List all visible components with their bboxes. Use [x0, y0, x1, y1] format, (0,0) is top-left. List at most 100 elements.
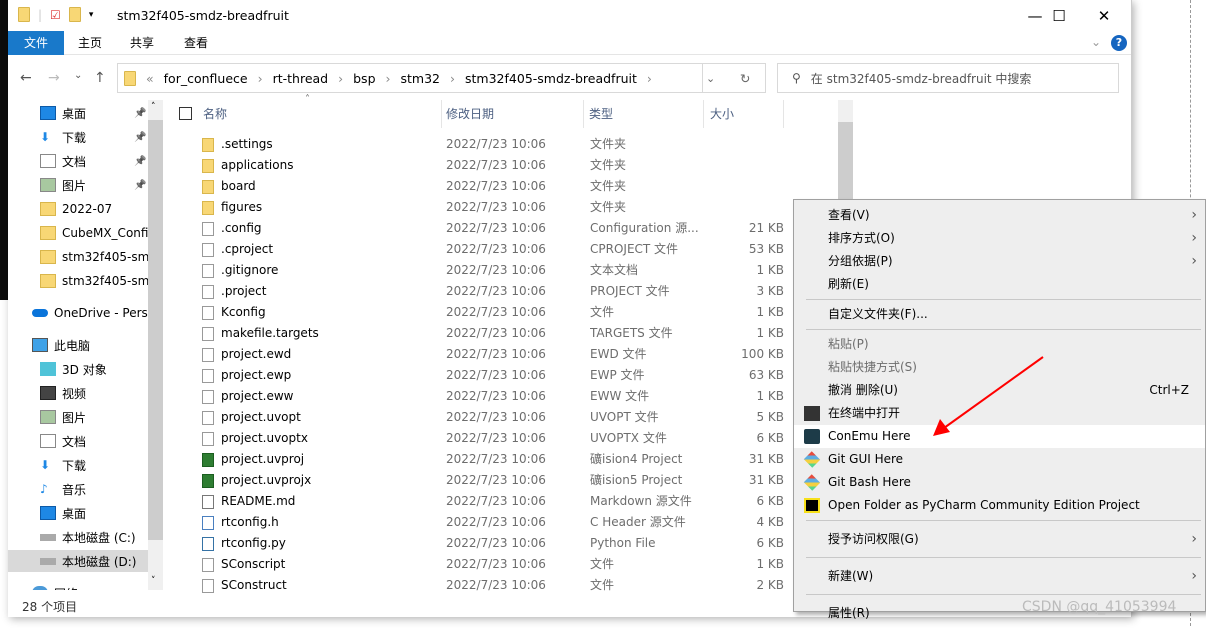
- menu-item[interactable]: 排序方式(O) ›: [794, 227, 1205, 250]
- menu-item[interactable]: Git GUI Here: [794, 448, 1205, 471]
- breadcrumb-overflow[interactable]: «: [146, 71, 154, 86]
- file-row[interactable]: board 2022/7/23 10:06 文件夹: [198, 176, 788, 197]
- file-row[interactable]: .cproject 2022/7/23 10:06 CPROJECT 文件 53…: [198, 239, 788, 260]
- customize-dropdown-icon[interactable]: ▾: [89, 10, 94, 20]
- address-bar[interactable]: « for_confluece › rt-thread › bsp › stm32 › …: [117, 63, 766, 93]
- file-row[interactable]: project.uvprojx 2022/7/23 10:06 礦ision5 …: [198, 470, 788, 491]
- file-name: project.uvopt: [221, 410, 301, 424]
- sidebar-item[interactable]: ⬇ 下载 📌: [40, 126, 146, 148]
- menu-item[interactable]: 查看(V) ›: [794, 204, 1205, 227]
- file-row[interactable]: project.ewp 2022/7/23 10:06 EWP 文件 63 KB: [198, 365, 788, 386]
- sidebar-item[interactable]: OneDrive - Perso: [32, 302, 155, 324]
- breadcrumb-item[interactable]: stm32: [401, 71, 441, 86]
- sidebar-item[interactable]: 文档: [40, 430, 86, 452]
- file-row[interactable]: project.uvproj 2022/7/23 10:06 礦ision4 P…: [198, 449, 788, 470]
- refresh-button[interactable]: ↻: [740, 71, 750, 86]
- menu-item[interactable]: Open Folder as PyCharm Community Edition…: [794, 494, 1205, 517]
- pin-icon[interactable]: 📌: [134, 108, 146, 119]
- menu-item[interactable]: 在终端中打开: [794, 402, 1205, 425]
- file-row[interactable]: project.uvoptx 2022/7/23 10:06 UVOPTX 文件…: [198, 428, 788, 449]
- scroll-down-icon[interactable]: ˅: [151, 576, 156, 586]
- address-dropdown-icon[interactable]: ⌄: [706, 72, 715, 85]
- file-row[interactable]: makefile.targets 2022/7/23 10:06 TARGETS…: [198, 323, 788, 344]
- menu-item-label: 自定义文件夹(F)...: [828, 307, 928, 321]
- scroll-up-icon[interactable]: ˄: [151, 102, 156, 112]
- column-header-name[interactable]: 名称: [203, 100, 227, 128]
- sidebar-scrollbar[interactable]: ˄ ˅: [148, 100, 163, 590]
- file-row[interactable]: .project 2022/7/23 10:06 PROJECT 文件 3 KB: [198, 281, 788, 302]
- pin-icon[interactable]: 📌: [134, 156, 146, 167]
- tab-home[interactable]: 主页: [64, 31, 116, 55]
- menu-item[interactable]: 自定义文件夹(F)...: [794, 303, 1205, 326]
- properties-icon[interactable]: ☑: [50, 8, 61, 22]
- file-row[interactable]: README.md 2022/7/23 10:06 Markdown 源文件 6…: [198, 491, 788, 512]
- scroll-thumb[interactable]: [148, 120, 163, 540]
- sidebar-item[interactable]: 桌面: [40, 502, 86, 524]
- column-header-type[interactable]: 类型: [589, 100, 613, 128]
- sidebar-item[interactable]: 此电脑: [32, 334, 90, 356]
- menu-item[interactable]: 粘贴(P): [794, 333, 1205, 356]
- sidebar-item[interactable]: 文档 📌: [40, 150, 146, 172]
- file-row[interactable]: rtconfig.h 2022/7/23 10:06 C Header 源文件 …: [198, 512, 788, 533]
- pin-icon[interactable]: 📌: [134, 180, 146, 191]
- sidebar-item[interactable]: 网络: [32, 582, 78, 590]
- file-row[interactable]: SConstruct 2022/7/23 10:06 文件 2 KB: [198, 575, 788, 596]
- new-folder-icon[interactable]: [68, 7, 81, 22]
- breadcrumb-item[interactable]: rt-thread: [273, 71, 329, 86]
- file-row[interactable]: SConscript 2022/7/23 10:06 文件 1 KB: [198, 554, 788, 575]
- forward-button[interactable]: →: [48, 70, 60, 86]
- menu-item[interactable]: 撤消 删除(U) Ctrl+Z: [794, 379, 1205, 402]
- sidebar-item[interactable]: 图片: [40, 406, 86, 428]
- file-row[interactable]: .config 2022/7/23 10:06 Configuration 源.…: [198, 218, 788, 239]
- file-row[interactable]: .settings 2022/7/23 10:06 文件夹: [198, 134, 788, 155]
- file-row[interactable]: applications 2022/7/23 10:06 文件夹: [198, 155, 788, 176]
- tab-file[interactable]: 文件: [8, 31, 64, 55]
- menu-item[interactable]: Git Bash Here: [794, 471, 1205, 494]
- sidebar-item[interactable]: 视频: [40, 382, 86, 404]
- file-row[interactable]: .gitignore 2022/7/23 10:06 文本文档 1 KB: [198, 260, 788, 281]
- close-button[interactable]: ✕: [1081, 0, 1127, 31]
- breadcrumb-item[interactable]: bsp: [353, 71, 375, 86]
- sidebar-item[interactable]: 3D 对象: [40, 358, 107, 380]
- maximize-button[interactable]: ☐: [1036, 0, 1082, 31]
- sidebar-item[interactable]: stm32f405-smd: [40, 270, 156, 292]
- menu-item[interactable]: 刷新(E): [794, 273, 1205, 296]
- file-row[interactable]: rtconfig.py 2022/7/23 10:06 Python File …: [198, 533, 788, 554]
- sidebar-item[interactable]: stm32f405-smd: [40, 246, 156, 268]
- file-row[interactable]: project.eww 2022/7/23 10:06 EWW 文件 1 KB: [198, 386, 788, 407]
- sidebar-item[interactable]: 图片 📌: [40, 174, 146, 196]
- file-row[interactable]: project.uvopt 2022/7/23 10:06 UVOPT 文件 5…: [198, 407, 788, 428]
- sidebar-item[interactable]: 2022-07: [40, 198, 112, 220]
- sidebar-item[interactable]: 桌面 📌: [40, 102, 146, 124]
- column-header-size[interactable]: 大小: [710, 100, 734, 128]
- sidebar-item[interactable]: 本地磁盘 (C:): [40, 526, 136, 548]
- tab-view[interactable]: 查看: [170, 31, 222, 55]
- menu-item[interactable]: 分组依据(P) ›: [794, 250, 1205, 273]
- menu-item[interactable]: 授予访问权限(G) ›: [794, 524, 1205, 554]
- sidebar-item[interactable]: CubeMX_Confi: [40, 222, 148, 244]
- back-button[interactable]: ←: [20, 70, 32, 86]
- file-date: 2022/7/23 10:06: [446, 452, 546, 466]
- file-row[interactable]: Kconfig 2022/7/23 10:06 文件 1 KB: [198, 302, 788, 323]
- search-box[interactable]: ⚲ 在 stm32f405-smdz-breadfruit 中搜索: [777, 63, 1119, 93]
- expand-ribbon-icon[interactable]: ⌄: [1091, 35, 1101, 49]
- sidebar-item[interactable]: ⬇ 下载: [40, 454, 86, 476]
- search-input[interactable]: 在 stm32f405-smdz-breadfruit 中搜索: [811, 70, 1032, 87]
- sidebar-item[interactable]: ♪ 音乐: [40, 478, 86, 500]
- sidebar-item[interactable]: 本地磁盘 (D:): [8, 550, 148, 572]
- file-row[interactable]: figures 2022/7/23 10:06 文件夹: [198, 197, 788, 218]
- column-header-date[interactable]: 修改日期: [446, 100, 494, 128]
- breadcrumb-item[interactable]: stm32f405-smdz-breadfruit: [465, 71, 637, 86]
- select-all-checkbox[interactable]: [179, 107, 192, 120]
- recent-dropdown[interactable]: ⌄: [74, 70, 82, 81]
- menu-item[interactable]: 粘贴快捷方式(S): [794, 356, 1205, 379]
- breadcrumb-item[interactable]: for_confluece: [164, 71, 248, 86]
- up-button[interactable]: ↑: [94, 70, 106, 86]
- pin-icon[interactable]: 📌: [134, 132, 146, 143]
- menu-item[interactable]: ConEmu Here: [794, 425, 1205, 448]
- file-size: 100 KB: [741, 347, 784, 361]
- tab-share[interactable]: 共享: [116, 31, 168, 55]
- menu-item[interactable]: 新建(W) ›: [794, 561, 1205, 591]
- help-icon[interactable]: ?: [1111, 35, 1127, 51]
- file-row[interactable]: project.ewd 2022/7/23 10:06 EWD 文件 100 K…: [198, 344, 788, 365]
